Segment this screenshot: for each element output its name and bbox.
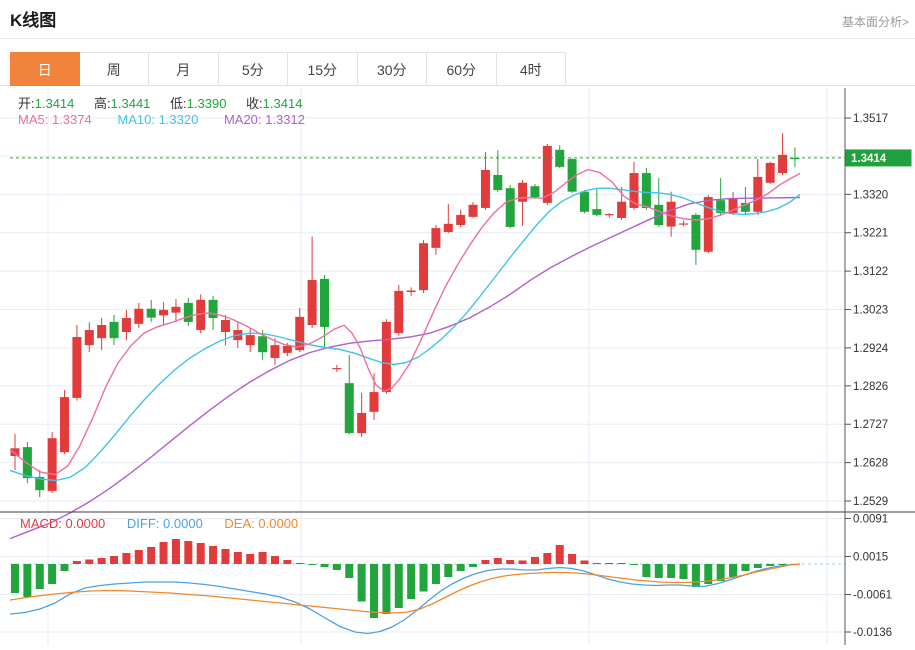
axis-label: 1.2529 (853, 496, 888, 508)
tab-4hour[interactable]: 4时 (496, 52, 566, 86)
axis-label: 1.3023 (853, 305, 888, 317)
tab-5min[interactable]: 5分 (218, 52, 288, 86)
tab-30min[interactable]: 30分 (357, 52, 427, 86)
title-divider (0, 38, 915, 39)
tab-day[interactable]: 日 (10, 52, 80, 86)
axis-label: -0.0061 (853, 590, 892, 602)
axis-label: 1.3320 (853, 189, 888, 201)
axis-label: 1.3517 (853, 113, 888, 125)
kline-page: { "header": {"title": "K线图", "more_link"… (0, 0, 915, 645)
tab-15min[interactable]: 15分 (288, 52, 358, 86)
tab-60min[interactable]: 60分 (427, 52, 497, 86)
axis-label: 0.0015 (853, 552, 888, 564)
axis-label: -0.0136 (853, 627, 892, 639)
axis-label: 1.3122 (853, 266, 888, 278)
axis-label: 1.2826 (853, 381, 888, 393)
axis-label: 1.3221 (853, 228, 888, 240)
axis-label: 1.2727 (853, 419, 888, 431)
current-price-tag: 1.3414 (851, 153, 887, 165)
page-title: K线图 (10, 11, 57, 30)
kline-chart[interactable]: 1.3517 1.3320 1.3221 1.3122 1.3023 1.2924 1.28… (0, 88, 915, 645)
axis-label: 1.2924 (853, 343, 889, 355)
fundamental-analysis-link[interactable]: 基本面分析> (842, 13, 909, 30)
tab-month[interactable]: 月 (149, 52, 219, 86)
tab-week[interactable]: 周 (79, 52, 149, 86)
period-tab-bar: 日 周 月 5分 15分 30分 60分 4时 (0, 52, 915, 86)
axis-label: 1.2628 (853, 458, 888, 470)
axis-label: 0.0091 (853, 514, 888, 526)
